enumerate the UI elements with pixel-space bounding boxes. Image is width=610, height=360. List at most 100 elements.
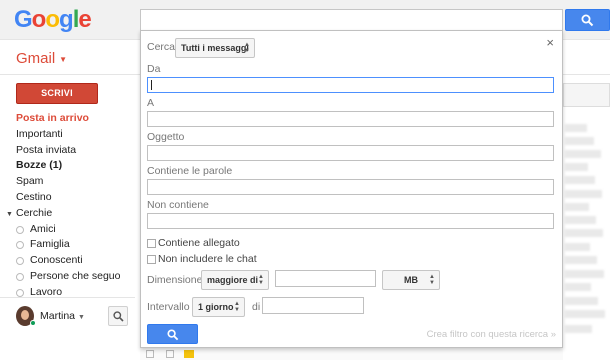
has-attachment-label: Contiene allegato	[158, 237, 240, 249]
exclude-chats-checkbox[interactable]	[147, 255, 156, 264]
mail-row[interactable]	[565, 190, 602, 198]
circle-icon	[16, 272, 24, 281]
search-button[interactable]	[565, 9, 610, 31]
field-input[interactable]	[147, 213, 554, 229]
circle-label: Conoscenti	[30, 254, 83, 267]
interval-value: 1 giorno	[198, 302, 234, 312]
circle-label: Lavoro	[30, 285, 63, 298]
sidebar-item[interactable]: Importanti	[0, 127, 135, 143]
field-input[interactable]	[147, 179, 554, 195]
sidebar-item[interactable]: Bozze (1)	[0, 158, 135, 174]
google-logo[interactable]: Google	[14, 6, 92, 34]
chevron-updown-icon: ▲ ▼	[234, 301, 240, 313]
interval-dropdown[interactable]: 1 giorno ▲ ▼	[192, 297, 245, 317]
sidebar-item[interactable]: Posta inviata	[0, 143, 135, 159]
sidebar-circle-item[interactable]: Famiglia	[0, 237, 135, 253]
field-label: Contiene le parole	[147, 165, 233, 177]
size-label: Dimensione	[147, 274, 203, 286]
interval-of-label: di	[252, 301, 261, 313]
app-switcher[interactable]: Gmail ▼	[16, 50, 67, 67]
field-label: A	[147, 97, 155, 109]
expand-arrow-icon[interactable]: ▼	[6, 207, 16, 223]
field-input[interactable]	[147, 111, 554, 127]
logo-letter: G	[14, 6, 33, 33]
circle-icon	[16, 241, 24, 250]
compose-button[interactable]: SCRIVI	[16, 83, 98, 104]
size-unit-dropdown[interactable]: MB ▲ ▼	[382, 270, 440, 290]
mail-toolbar	[563, 83, 610, 107]
mail-row[interactable]	[565, 216, 596, 224]
mail-row[interactable]	[565, 325, 592, 333]
size-unit-value: MB	[404, 275, 418, 285]
chevron-down-icon: ▼	[59, 54, 68, 64]
mail-row[interactable]	[565, 124, 587, 132]
mail-row[interactable]	[565, 176, 595, 184]
search-icon	[167, 329, 179, 341]
advanced-search-panel: × Cerca Tutti i messaggi ▲ ▼ Da A Oggetto Co…	[140, 30, 563, 348]
search-in-dropdown[interactable]: Tutti i messaggi ▲ ▼	[175, 38, 255, 58]
mail-row[interactable]	[565, 137, 594, 145]
mail-row[interactable]	[565, 150, 601, 158]
sidebar-circle-item[interactable]: Amici	[0, 222, 135, 238]
circle-label: Amici	[30, 222, 56, 235]
mail-row[interactable]	[565, 243, 590, 251]
contact-search-button[interactable]	[108, 306, 128, 326]
divider	[0, 297, 135, 298]
mail-row[interactable]	[565, 256, 597, 264]
create-filter-link[interactable]: Crea filtro con questa ricerca »	[427, 329, 556, 340]
chevron-down-icon: ▼	[78, 314, 85, 321]
close-icon[interactable]: ×	[546, 35, 554, 50]
circle-icon	[16, 288, 24, 297]
size-operator-dropdown[interactable]: maggiore di ▲ ▼	[201, 270, 269, 290]
chevron-updown-icon: ▲ ▼	[429, 274, 435, 286]
logo-letter: o	[31, 6, 47, 33]
circle-icon	[16, 257, 24, 266]
mail-list-row	[140, 348, 563, 360]
mail-row[interactable]	[565, 270, 604, 278]
sidebar-item[interactable]: Posta in arrivo	[0, 111, 135, 127]
mail-row[interactable]	[565, 283, 591, 291]
sidebar-item-circles[interactable]: ▼ Cerchie	[0, 206, 135, 222]
logo-letter: g	[59, 6, 74, 33]
app-label: Gmail	[16, 50, 56, 67]
status-dot	[30, 320, 36, 326]
interval-label: Intervallo	[147, 301, 190, 313]
field-input[interactable]	[147, 145, 554, 161]
logo-letter: o	[45, 6, 60, 33]
mail-row[interactable]	[565, 163, 588, 171]
row-star[interactable]	[166, 350, 174, 358]
search-input[interactable]	[140, 9, 563, 31]
sidebar-circle-item[interactable]: Persone che seguo	[0, 269, 135, 285]
search-in-value: Tutti i messaggi	[181, 43, 249, 53]
user-name: Martina	[40, 310, 76, 322]
size-operator-value: maggiore di	[207, 275, 259, 285]
mail-row[interactable]	[565, 297, 598, 305]
chevron-updown-icon: ▲ ▼	[244, 42, 250, 54]
sidebar-circle-item[interactable]: Lavoro	[0, 285, 135, 301]
has-attachment-checkbox[interactable]	[147, 239, 156, 248]
circle-icon	[16, 225, 24, 234]
circle-label: Persone che seguo	[30, 269, 121, 282]
folder-icon	[184, 350, 194, 358]
mail-row[interactable]	[565, 310, 605, 318]
interval-date-input[interactable]	[262, 297, 364, 314]
sidebar-item[interactable]: Spam	[0, 174, 135, 190]
gmail-window: Google Gmail ▼ SCRIVI Posta in arrivo Impo…	[0, 0, 610, 360]
search-icon	[581, 14, 594, 27]
advanced-search-submit-button[interactable]	[147, 324, 198, 344]
exclude-chats-label: Non includere le chat	[158, 253, 257, 265]
circles-label: Cerchie	[16, 206, 53, 219]
mail-row[interactable]	[565, 203, 589, 211]
size-value-input[interactable]	[275, 270, 376, 287]
circle-label: Famiglia	[30, 238, 70, 251]
chevron-updown-icon: ▲ ▼	[258, 274, 264, 286]
field-input[interactable]	[147, 77, 554, 93]
user-menu[interactable]: Martina ▼	[40, 310, 85, 322]
sidebar-item[interactable]: Cestino	[0, 190, 135, 206]
field-label: Non contiene	[147, 199, 209, 211]
row-checkbox[interactable]	[146, 350, 154, 358]
logo-letter: e	[78, 6, 91, 33]
mail-row[interactable]	[565, 229, 603, 237]
sidebar-circle-item[interactable]: Conoscenti	[0, 253, 135, 269]
sidebar-nav: Posta in arrivo Importanti Posta inviata Bo…	[0, 111, 135, 301]
